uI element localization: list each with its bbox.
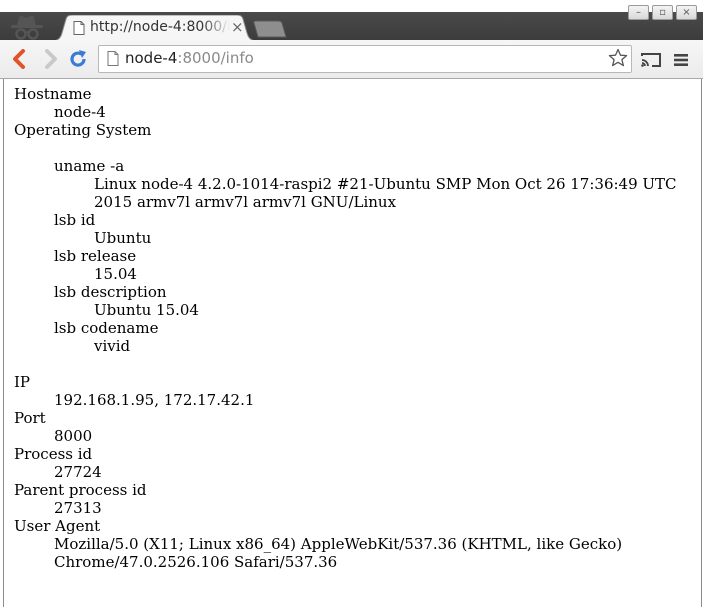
user-agent-value: Mozilla/5.0 (X11; Linux x86_64) AppleWeb… <box>54 535 623 571</box>
address-bar[interactable]: node-4:8000/info <box>98 45 632 73</box>
new-tab-button[interactable] <box>253 20 287 42</box>
process-id-value: 27724 <box>54 463 102 481</box>
back-arrow-icon <box>13 49 25 69</box>
lsb-description-label: lsb description <box>54 283 167 301</box>
incognito-icon <box>9 14 47 40</box>
bookmark-star-button[interactable] <box>608 48 628 68</box>
reload-icon <box>70 50 86 67</box>
port-value: 8000 <box>54 427 93 445</box>
ip-label: IP <box>14 373 31 391</box>
parent-process-id-label: Parent process id <box>14 481 147 499</box>
tab-title: http://node-4:8000/info <box>90 19 230 35</box>
lsb-description-value: Ubuntu 15.04 <box>94 301 199 319</box>
os-details: uname -a Linux node-4 4.2.0-1014-raspi2 … <box>54 157 691 355</box>
url-path: :8000/info <box>177 49 254 67</box>
page-content: Hostname node-4 Operating System uname -… <box>3 79 702 607</box>
uname-value: Linux node-4 4.2.0-1014-raspi2 #21-Ubunt… <box>94 175 677 211</box>
forward-arrow-icon <box>45 49 57 69</box>
hostname-label: Hostname <box>14 85 92 103</box>
menu-button[interactable] <box>673 52 689 66</box>
tab-close-button[interactable]: × <box>231 19 245 35</box>
uname-label: uname -a <box>54 157 125 175</box>
lsb-codename-label: lsb codename <box>54 319 159 337</box>
hostname-value: node-4 <box>54 103 106 121</box>
minimize-button[interactable]: – <box>628 5 649 20</box>
parent-process-id-value: 27313 <box>54 499 102 517</box>
forward-button[interactable] <box>40 49 60 69</box>
ip-value: 192.168.1.95, 172.17.42.1 <box>54 391 255 409</box>
browser-toolbar: node-4:8000/info <box>0 40 703 79</box>
back-button[interactable] <box>10 49 30 69</box>
url-host: node-4 <box>125 49 178 67</box>
lsb-id-value: Ubuntu <box>94 229 152 247</box>
os-label: Operating System <box>14 121 152 139</box>
user-agent-label: User Agent <box>14 517 101 535</box>
star-icon <box>608 48 628 67</box>
info-list: Hostname node-4 Operating System uname -… <box>14 85 691 571</box>
page-icon <box>107 51 119 66</box>
window-titlebar: http://node-4:8000/info × – ▫ × <box>0 0 703 42</box>
os-info-list: uname -a Linux node-4 4.2.0-1014-raspi2 … <box>54 157 691 355</box>
lsb-id-label: lsb id <box>54 211 96 229</box>
lsb-codename-value: vivid <box>94 337 131 355</box>
cast-button[interactable] <box>640 52 662 68</box>
lsb-release-value: 15.04 <box>94 265 137 283</box>
process-id-label: Process id <box>14 445 93 463</box>
page-icon <box>73 21 85 35</box>
reload-button[interactable] <box>68 49 88 69</box>
maximize-button[interactable]: ▫ <box>652 5 673 20</box>
lsb-release-label: lsb release <box>54 247 137 265</box>
url-text[interactable]: node-4:8000/info <box>125 49 254 67</box>
port-label: Port <box>14 409 46 427</box>
close-window-button[interactable]: × <box>676 5 697 20</box>
window-controls: – ▫ × <box>628 5 697 20</box>
cast-icon <box>641 53 661 67</box>
hamburger-menu-icon <box>674 54 688 66</box>
tab-active[interactable]: http://node-4:8000/info × <box>52 15 257 41</box>
